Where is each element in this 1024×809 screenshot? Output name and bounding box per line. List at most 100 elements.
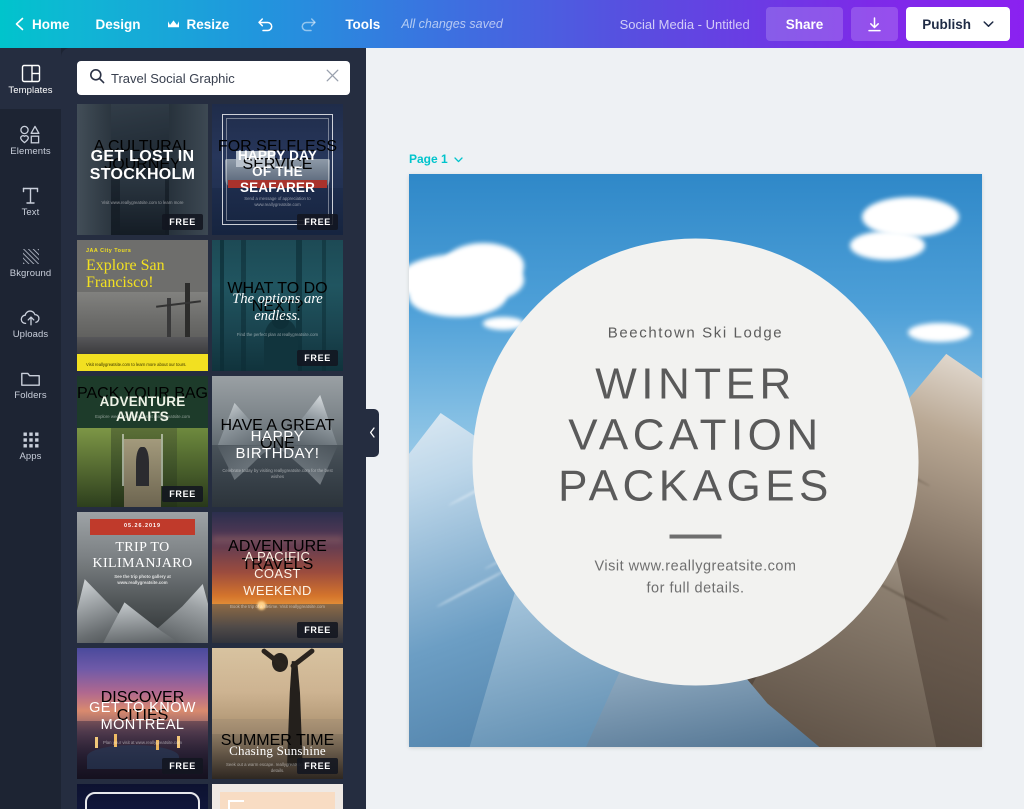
sidebar-label-apps: Apps <box>19 452 41 462</box>
download-icon <box>866 16 883 33</box>
redo-arrow-icon <box>300 16 319 32</box>
sidebar-item-text[interactable]: Text <box>0 170 61 231</box>
design-brand: Beechtown Ski Lodge <box>608 324 784 341</box>
template-title: A PACIFIC COAST WEEKEND <box>212 549 343 600</box>
template-title: HAPPY BIRTHDAY! <box>212 428 343 463</box>
document-title: Social Media - Untitled <box>620 17 750 32</box>
template-thumbnail-art <box>212 784 343 809</box>
template-results-scroll[interactable]: A CULTURAL JOURNEY GET LOST IN STOCKHOLM… <box>61 104 366 809</box>
design-footer-line1: Visit www.reallygreatsite.com <box>595 555 797 577</box>
chevron-down-icon <box>454 152 463 166</box>
template-subtitle: See the trip photo gallery at www.really… <box>77 574 208 587</box>
grid-dots-icon <box>22 427 40 449</box>
sidebar-label-uploads: Uploads <box>13 330 49 340</box>
hatch-pattern-icon <box>21 244 41 266</box>
template-subtitle: Celebrate today by visiting reallygreats… <box>212 468 343 481</box>
design-text-disc: Beechtown Ski Lodge WINTER VACATION PACK… <box>472 239 919 686</box>
template-card[interactable]: ADVENTURE TRAVELS A PACIFIC COAST WEEKEN… <box>212 512 343 643</box>
design-label: Design <box>96 17 141 32</box>
template-subtitle: Send a message of appreciation to www.re… <box>212 196 343 209</box>
design-canvas[interactable]: Beechtown Ski Lodge WINTER VACATION PACK… <box>409 174 982 747</box>
design-menu-button[interactable]: Design <box>83 0 154 48</box>
cloud-shape <box>850 231 924 260</box>
template-title: The options are endless. <box>212 291 343 325</box>
template-card[interactable]: A CULTURAL JOURNEY GET LOST IN STOCKHOLM… <box>77 104 208 235</box>
sidebar-item-apps[interactable]: Apps <box>0 414 61 475</box>
sidebar-item-elements[interactable]: Elements <box>0 109 61 170</box>
search-container <box>61 48 366 104</box>
template-card[interactable] <box>77 784 208 809</box>
design-headline-line1: WINTER <box>595 358 796 409</box>
template-card[interactable]: WHAT TO DO NEXT? The options are endless… <box>212 240 343 371</box>
folder-icon <box>20 366 41 388</box>
template-card[interactable]: PACK YOUR BAG ADVENTURE AWAITS Explore w… <box>77 376 208 507</box>
sidebar-item-uploads[interactable]: Uploads <box>0 292 61 353</box>
template-subtitle: Explore weekend itineraries at reallygre… <box>77 414 208 420</box>
template-subtitle: Find the perfect plan at reallygreatsite… <box>212 332 343 338</box>
crown-icon <box>167 19 180 29</box>
page-selector[interactable]: Page 1 <box>409 152 463 166</box>
page-label-text: Page 1 <box>409 152 448 166</box>
template-card[interactable]: 05.26.2019 TRIP TO KILIMANJARO See the t… <box>77 512 208 643</box>
resize-button[interactable]: Resize <box>154 0 243 48</box>
free-badge: FREE <box>297 214 338 230</box>
sidebar-label-background: Bkground <box>10 269 51 279</box>
publish-label: Publish <box>922 17 971 32</box>
template-title: GET LOST IN STOCKHOLM <box>77 148 208 184</box>
template-card[interactable]: JAA City Tours Explore San Francisco! Vi… <box>77 240 208 371</box>
canvas-stage: Page 1 Beecht <box>366 48 1024 809</box>
sidebar-label-elements: Elements <box>10 147 50 157</box>
search-icon <box>89 68 105 89</box>
design-divider-rule <box>670 534 722 538</box>
sidebar-item-folders[interactable]: Folders <box>0 353 61 414</box>
template-card[interactable]: SUMMER TIME Chasing Sunshine Seek out a … <box>212 648 343 779</box>
search-input[interactable] <box>105 71 325 86</box>
template-card[interactable]: HAVE A GREAT ONE HAPPY BIRTHDAY! Celebra… <box>212 376 343 507</box>
template-title: HAPPY DAY OF THE SEAFARER <box>212 148 343 196</box>
redo-button[interactable] <box>287 0 332 48</box>
template-card[interactable]: DISCOVER CITIES GET TO KNOW MONTREAL Pla… <box>77 648 208 779</box>
sidebar-item-background[interactable]: Bkground <box>0 231 61 292</box>
resize-label: Resize <box>187 17 230 32</box>
chevron-down-icon <box>983 20 994 28</box>
template-thumbnail-art <box>77 784 208 809</box>
collapse-panel-button[interactable] <box>366 409 379 457</box>
template-title: TRIP TO KILIMANJARO <box>77 540 208 572</box>
design-headline-line3: PACKAGES <box>558 460 833 511</box>
tools-label: Tools <box>345 17 380 32</box>
chevron-left-icon <box>369 427 376 440</box>
publish-button[interactable]: Publish <box>906 7 1010 41</box>
template-card[interactable] <box>212 784 343 809</box>
template-grid: A CULTURAL JOURNEY GET LOST IN STOCKHOLM… <box>77 104 350 809</box>
free-badge: FREE <box>297 758 338 774</box>
sidebar-label-folders: Folders <box>14 391 46 401</box>
sidebar-label-text: Text <box>22 208 40 218</box>
share-button[interactable]: Share <box>766 7 844 41</box>
sidebar-item-templates[interactable]: Templates <box>0 48 61 109</box>
top-toolbar: Home Design Resize Tools All changes sav… <box>0 0 1024 48</box>
template-title: GET TO KNOW MONTREAL <box>77 700 208 735</box>
tools-menu-button[interactable]: Tools <box>332 0 393 48</box>
design-footer-line2: for full details. <box>647 578 745 600</box>
search-box[interactable] <box>77 61 350 95</box>
template-card[interactable]: FOR SELFLESS SERVICE HAPPY DAY OF THE SE… <box>212 104 343 235</box>
design-headline-line2: VACATION <box>568 409 822 460</box>
template-kicker: 05.26.2019 <box>77 523 208 529</box>
cloud-upload-icon <box>20 305 42 327</box>
free-badge: FREE <box>162 486 203 502</box>
template-subtitle: Visit www.reallygreatsite.com to learn m… <box>77 200 208 206</box>
free-badge: FREE <box>162 214 203 230</box>
free-badge: FREE <box>162 758 203 774</box>
templates-panel: A CULTURAL JOURNEY GET LOST IN STOCKHOLM… <box>61 48 366 809</box>
template-subtitle: Plan your visit at www.reallygreatsite.c… <box>77 740 208 746</box>
chevron-left-icon <box>14 17 25 31</box>
clear-search-icon[interactable] <box>325 68 340 88</box>
template-title: Chasing Sunshine <box>212 743 343 759</box>
undo-button[interactable] <box>242 0 287 48</box>
undo-arrow-icon <box>255 16 274 32</box>
share-label: Share <box>786 17 824 32</box>
free-badge: FREE <box>297 622 338 638</box>
home-button[interactable]: Home <box>0 0 83 48</box>
home-label: Home <box>32 17 70 32</box>
download-button[interactable] <box>851 7 898 41</box>
